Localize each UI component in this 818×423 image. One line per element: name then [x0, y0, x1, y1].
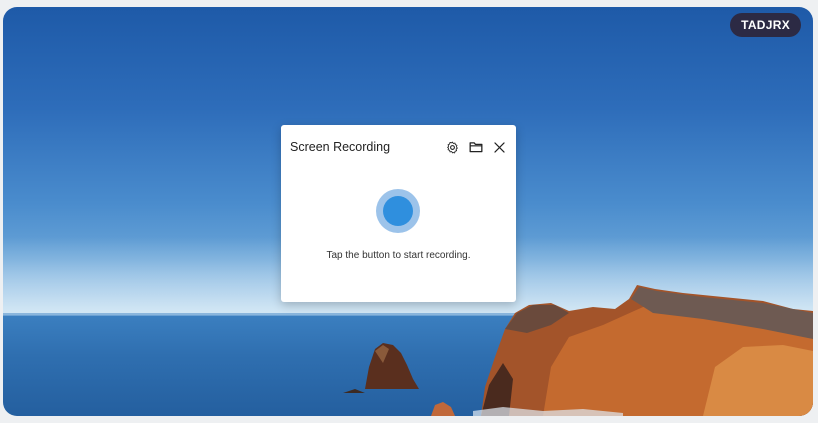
sea-stack — [365, 343, 419, 389]
recording-hint: Tap the button to start recording. — [326, 250, 471, 261]
dialog-title: Screen Recording — [290, 140, 391, 154]
record-button-core — [383, 196, 413, 226]
folder-icon[interactable] — [468, 139, 484, 155]
record-button[interactable] — [376, 189, 420, 233]
small-rock-left — [343, 389, 365, 393]
session-code-badge: TADJRX — [730, 13, 801, 37]
close-icon[interactable] — [491, 139, 507, 155]
small-rock — [431, 402, 455, 416]
desktop-wallpaper: TADJRX Screen Recording Tap the button t… — [3, 7, 813, 416]
screen-recording-dialog: Screen Recording Tap the button to start… — [281, 125, 516, 302]
dialog-header: Screen Recording — [281, 125, 516, 169]
gear-icon[interactable] — [444, 139, 460, 155]
